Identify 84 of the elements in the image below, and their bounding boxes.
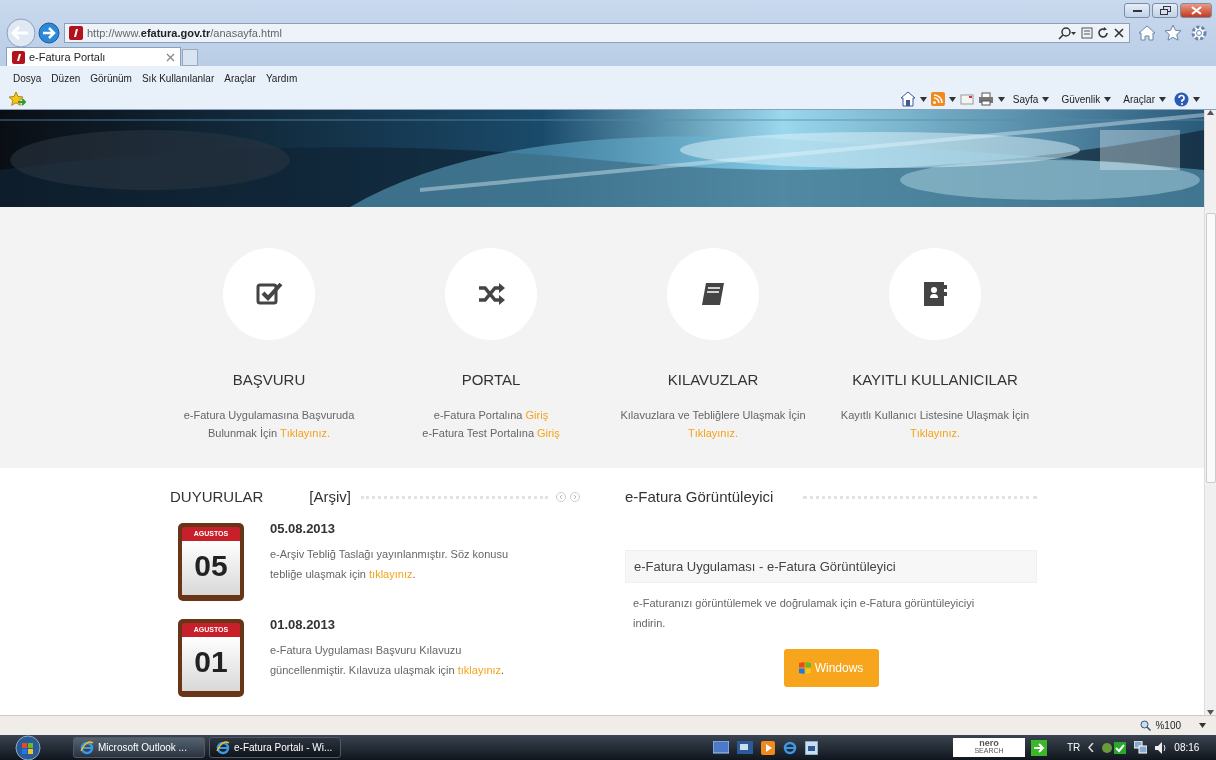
scroll-thumb[interactable] bbox=[1205, 212, 1216, 483]
site-icon bbox=[12, 50, 25, 64]
go-icon[interactable] bbox=[1031, 739, 1047, 756]
print-icon[interactable] bbox=[977, 92, 994, 106]
feature-description: Kılavuzlara ve Tebliğlere Ulaşmak İçin Tıklayınız. bbox=[619, 407, 807, 441]
site-icon bbox=[69, 26, 83, 40]
section-title: e-Fatura Görüntüleyici bbox=[625, 487, 774, 507]
panel-heading: e-Fatura Uygulaması - e-Fatura Görüntüleyici bbox=[625, 549, 1037, 583]
settings-icon[interactable] bbox=[1190, 24, 1208, 42]
minimize-icon bbox=[1132, 9, 1142, 12]
home-icon[interactable] bbox=[899, 91, 916, 107]
book-icon bbox=[699, 280, 727, 308]
address-text: http://www.efatura.gov.tr/anasayfa.html bbox=[87, 25, 283, 41]
checkbox-icon bbox=[255, 280, 283, 308]
shuffle-icon bbox=[477, 280, 505, 308]
dropdown-caret-icon[interactable] bbox=[1193, 96, 1200, 102]
announcement-date: 05.08.2013 bbox=[270, 519, 337, 538]
feature-description: Kayıtlı Kullanıcı Listesine Ulaşmak İçin Tıklayınız. bbox=[839, 407, 1031, 441]
description-text: e-Faturanızı görüntülemek ve doğrulamak için e-Fatura görüntüleyiciyi indirin. bbox=[632, 596, 976, 631]
taskbar-button[interactable]: Microsoft Outlook ... bbox=[73, 737, 205, 758]
address-field[interactable]: http://www.efatura.gov.tr/anasayfa.html bbox=[64, 23, 1130, 43]
network-icon[interactable] bbox=[1134, 741, 1148, 754]
toolbar-menu[interactable]: Araçlar bbox=[1119, 91, 1170, 107]
browser-icon[interactable] bbox=[783, 740, 797, 755]
dropdown-caret-icon[interactable] bbox=[1104, 96, 1112, 102]
scrollbar[interactable] bbox=[1204, 110, 1216, 715]
restore-button[interactable] bbox=[1152, 3, 1178, 18]
announcement-text: e-Fatura Uygulaması Başvuru Kılavuzu güncellenmiştir. Kılavuza ulaşmak için tıklayınız. bbox=[270, 643, 506, 678]
window-switch-icon[interactable] bbox=[737, 740, 753, 755]
toolbar-menu[interactable]: Güvenlik bbox=[1057, 91, 1116, 107]
dropdown-caret-icon[interactable] bbox=[1199, 723, 1206, 728]
announcement-date: 01.08.2013 bbox=[270, 615, 337, 634]
dropdown-caret-icon[interactable] bbox=[948, 96, 956, 102]
feature-title: KAYITLI KULLANICILAR bbox=[852, 370, 1018, 390]
section-title: DUYURULAR bbox=[170, 487, 264, 507]
toolbar-menu[interactable]: Sayfa bbox=[1008, 91, 1054, 107]
announcement-text: e-Arşiv Tebliğ Taslağı yayınlanmıştır. Söz konusu tebliğe ulaşmak için tıklayınız. bbox=[270, 547, 510, 582]
close-icon bbox=[1190, 6, 1202, 15]
dropdown-caret-icon[interactable] bbox=[919, 96, 927, 102]
feature-title: BAŞVURU bbox=[232, 370, 306, 390]
taskbar-button[interactable]: e-Fatura Portalı - Wi... bbox=[209, 737, 341, 758]
add-favorite-icon[interactable] bbox=[8, 91, 26, 107]
restore-icon bbox=[1159, 6, 1171, 15]
close-button[interactable] bbox=[1180, 3, 1212, 18]
feature-title: PORTAL bbox=[461, 370, 521, 390]
media-player-icon[interactable] bbox=[761, 740, 775, 755]
document-icon[interactable] bbox=[805, 740, 818, 755]
refresh-icon[interactable] bbox=[1097, 26, 1109, 40]
browser-icon bbox=[80, 740, 94, 755]
menu-item[interactable]: Araçlar bbox=[219, 70, 261, 87]
zoom-icon bbox=[1140, 720, 1152, 731]
shield-check-icon[interactable] bbox=[1102, 740, 1127, 755]
search-icon[interactable] bbox=[1057, 26, 1077, 40]
help-icon[interactable] bbox=[1174, 91, 1189, 107]
menu-item[interactable]: Dosya bbox=[8, 70, 47, 87]
desktop-icon[interactable] bbox=[713, 740, 729, 755]
menu-item[interactable]: Yardım bbox=[260, 70, 303, 87]
stop-icon[interactable] bbox=[1113, 26, 1125, 40]
forward-button[interactable] bbox=[38, 22, 60, 44]
archive-link[interactable]: [Arşiv] bbox=[309, 486, 352, 509]
dropdown-caret-icon[interactable] bbox=[997, 96, 1005, 102]
home-icon[interactable] bbox=[1138, 24, 1156, 42]
feature-description: e-Fatura Uygulamasına Başvuruda Bulunmak İçin Tıklayınız. bbox=[182, 407, 356, 441]
feature-description: e-Fatura Portalına Giriş bbox=[432, 407, 550, 423]
mail-icon[interactable] bbox=[959, 93, 974, 105]
menu-item[interactable]: Düzen bbox=[46, 70, 86, 87]
zoom-control[interactable]: %100 bbox=[1140, 718, 1181, 733]
feature-title: KILAVUZLAR bbox=[667, 370, 759, 390]
dropdown-caret-icon[interactable] bbox=[1042, 96, 1050, 102]
browser-icon bbox=[216, 740, 230, 755]
minimize-button[interactable] bbox=[1124, 3, 1150, 18]
volume-icon[interactable] bbox=[1155, 741, 1167, 754]
close-tab-icon[interactable] bbox=[166, 52, 175, 62]
browser-tab[interactable]: e-Fatura Portalı bbox=[6, 47, 181, 66]
favorites-star-icon[interactable] bbox=[1164, 24, 1182, 42]
menu-item[interactable]: Görünüm bbox=[85, 70, 137, 87]
windows-logo-icon bbox=[798, 662, 811, 674]
show-hidden-icons[interactable] bbox=[1088, 743, 1095, 752]
clock[interactable]: 08:16 bbox=[1174, 740, 1200, 755]
dropdown-caret-icon[interactable] bbox=[1159, 96, 1166, 102]
feature-description: e-Fatura Test Portalına Giriş bbox=[422, 425, 560, 441]
language-indicator[interactable]: TR bbox=[1067, 740, 1081, 755]
menu-item[interactable]: Sık Kullanılanlar bbox=[136, 70, 220, 87]
address-book-icon bbox=[921, 280, 949, 308]
